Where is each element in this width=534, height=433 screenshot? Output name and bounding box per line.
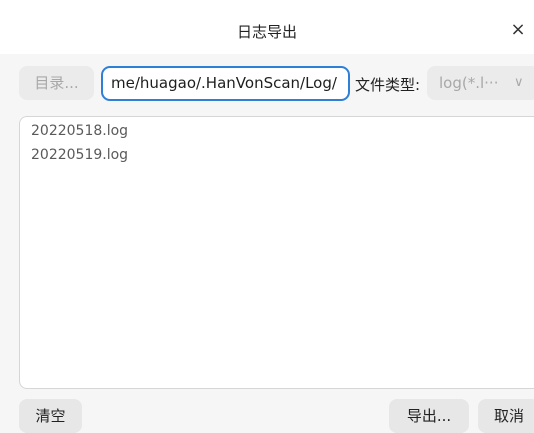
top-strip: [0, 0, 534, 8]
path-input[interactable]: me/huagao/.HanVonScan/Log/: [101, 66, 350, 101]
cancel-button[interactable]: 取消: [478, 399, 534, 433]
file-type-value: log(*.l···: [439, 74, 499, 92]
dialog-title: 日志导出: [236, 23, 297, 41]
file-list[interactable]: 20220518.log 20220519.log: [19, 116, 534, 389]
clear-button[interactable]: 清空: [19, 399, 82, 433]
file-type-select[interactable]: log(*.l··· ∨: [427, 66, 534, 100]
export-button[interactable]: 导出...: [389, 399, 469, 433]
close-icon[interactable]: ×: [506, 18, 530, 42]
chevron-down-icon: ∨: [514, 75, 524, 90]
list-item[interactable]: 20220518.log: [31, 123, 128, 139]
toolbar: 目录... me/huagao/.HanVonScan/Log/ 文件类型: l…: [0, 54, 534, 112]
log-export-dialog: 日志导出 × 目录... me/huagao/.HanVonScan/Log/ …: [0, 0, 534, 433]
title-bar: 日志导出 ×: [0, 8, 534, 54]
file-type-label: 文件类型:: [355, 76, 421, 94]
list-item[interactable]: 20220519.log: [31, 147, 128, 163]
directory-button[interactable]: 目录...: [19, 66, 94, 100]
footer: 清空 导出... 取消: [0, 389, 534, 433]
